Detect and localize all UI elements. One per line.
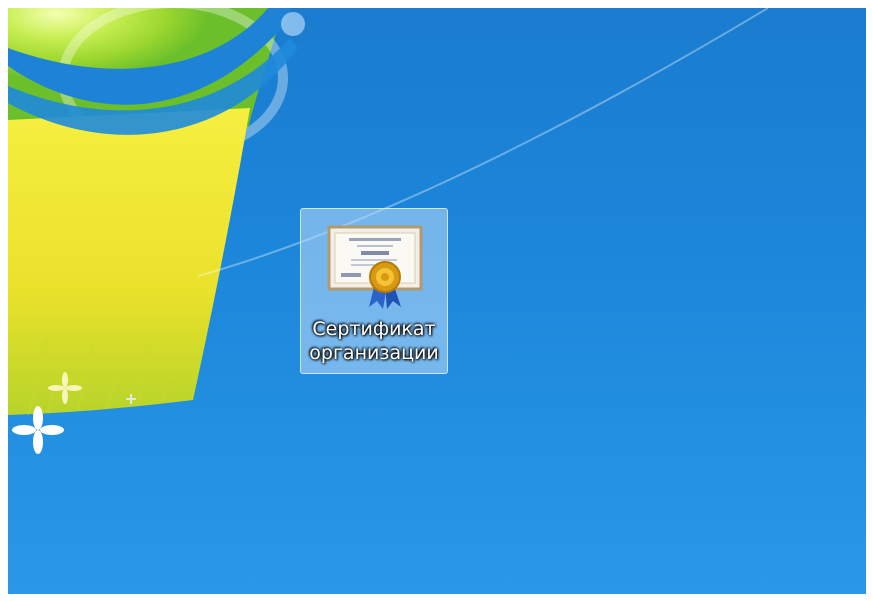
desktop-icon-certificate[interactable]: Сертификат организации (300, 208, 448, 374)
icon-label-line1: Сертификат (312, 318, 436, 340)
desktop-icon-label: Сертификат организации (301, 317, 447, 365)
desktop[interactable]: Сертификат организации (8, 8, 866, 594)
certificate-icon (327, 225, 423, 309)
icon-label-line2: организации (309, 342, 439, 364)
